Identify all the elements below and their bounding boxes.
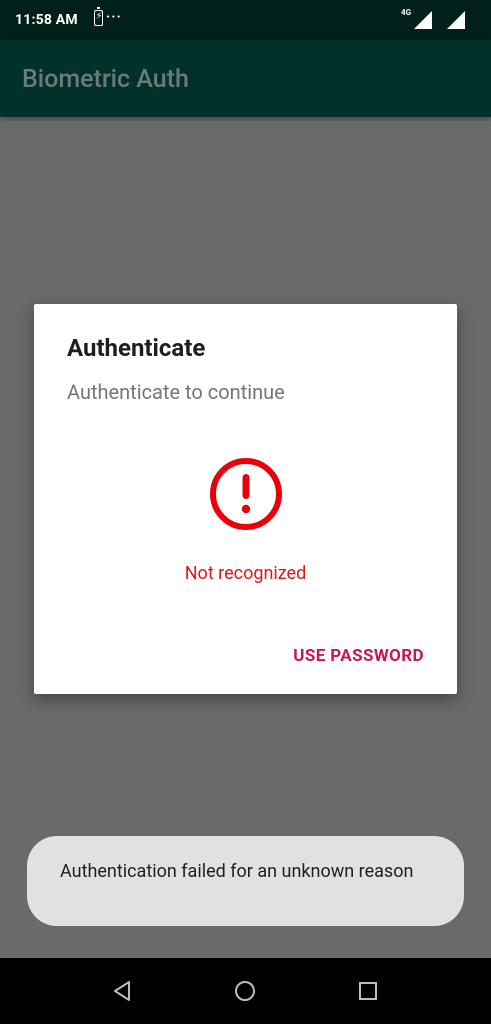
status-dots: ··· [106, 9, 122, 25]
error-icon [210, 458, 282, 530]
app-bar: Biometric Auth [0, 40, 491, 117]
dialog-subtitle: Authenticate to continue [67, 380, 285, 404]
error-status-text: Not recognized [184, 563, 307, 584]
recents-icon[interactable] [356, 979, 380, 1003]
back-icon[interactable] [111, 979, 135, 1003]
status-bar: 11:58 AM ⚡ ··· 4G [0, 0, 491, 40]
home-icon[interactable] [233, 979, 257, 1003]
biometric-dialog: Authenticate Authenticate to continue No… [34, 304, 457, 694]
battery-charging-icon: ⚡ [94, 7, 103, 26]
signal-icon [447, 11, 465, 29]
network-type-label: 4G [401, 8, 412, 17]
toast: Authentication failed for an unknown rea… [27, 836, 464, 926]
status-time: 11:58 AM [15, 12, 78, 28]
app-title: Biometric Auth [22, 65, 189, 94]
dialog-title: Authenticate [67, 334, 206, 362]
use-password-button[interactable]: USE PASSWORD [293, 646, 424, 666]
signal-icon [414, 11, 432, 29]
toast-message: Authentication failed for an unknown rea… [60, 861, 414, 882]
navigation-bar [0, 958, 491, 1024]
